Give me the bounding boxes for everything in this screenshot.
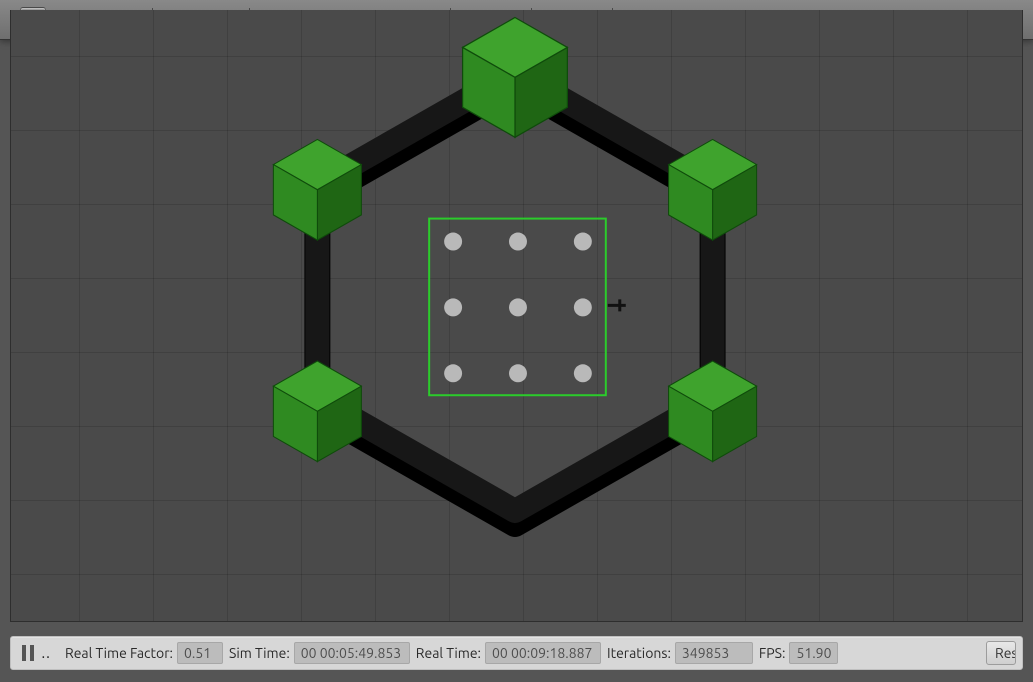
cube-bot-left [273,361,361,462]
real-time-label: Real Time: [416,645,481,661]
step-button[interactable]: ‥ [41,645,55,662]
cube-bot-right [669,361,757,462]
waypoint-grid [444,233,592,383]
fps-value: 51.90 [789,642,838,664]
iterations-label: Iterations: [607,645,671,661]
rtf-label: Real Time Factor: [65,645,173,661]
pause-button[interactable] [17,642,39,664]
iterations-value: 349853 [675,642,753,664]
sim-time-label: Sim Time: [229,645,290,661]
axis-marker-icon [608,299,626,311]
reset-button[interactable]: Reset [986,641,1016,665]
rtf-value: 0.51 [177,642,223,664]
scene-svg [11,10,1022,579]
fps-label: FPS: [759,645,786,661]
sim-time-value: 00 00:05:49.853 [294,642,410,664]
3d-viewport[interactable] [10,10,1023,622]
simulation-status-bar: ‥ Real Time Factor: 0.51 Sim Time: 00 00… [10,636,1023,670]
real-time-value: 00 00:09:18.887 [485,642,601,664]
